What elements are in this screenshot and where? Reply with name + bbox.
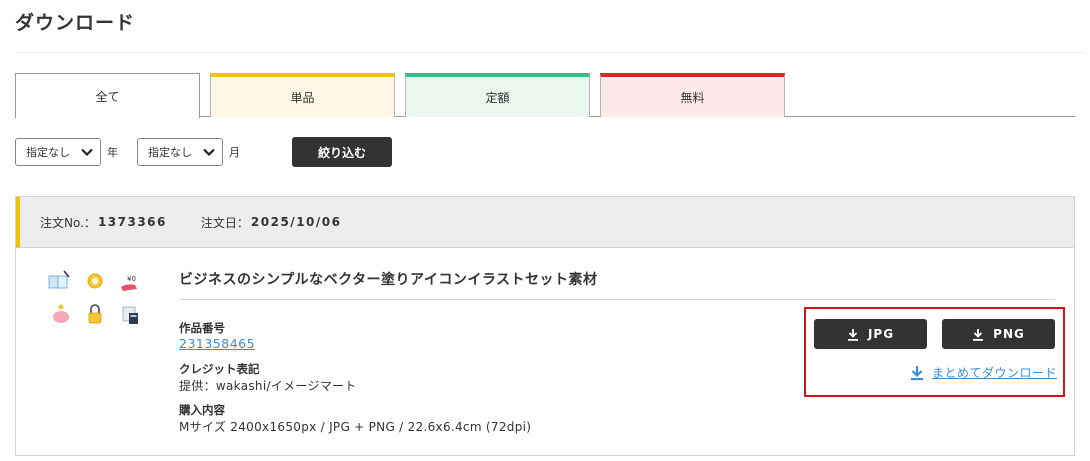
- purchase-value: Mサイズ 2400x1650px / JPG + PNG / 22.6x6.4c…: [179, 420, 532, 434]
- month-filter: 指定なし 月: [137, 138, 240, 166]
- tab-single[interactable]: 単品: [210, 73, 395, 117]
- icon-set-preview-image: ¥0: [48, 270, 138, 324]
- work-number-link[interactable]: 231358465: [179, 336, 255, 351]
- item-divider: [179, 299, 1055, 300]
- download-jpg-label: JPG: [867, 327, 895, 341]
- page-title: ダウンロード: [15, 12, 136, 34]
- credit-label: クレジット表記: [179, 362, 260, 376]
- month-unit: 月: [229, 146, 240, 159]
- download-icon: [847, 328, 858, 341]
- order-number-label: 注文No.：: [40, 215, 96, 230]
- work-number-block: 作品番号 231358465: [179, 320, 255, 351]
- year-select[interactable]: 指定なし: [15, 138, 101, 166]
- credit-block: クレジット表記 提供：wakashi/イメージマート: [179, 361, 357, 394]
- chevron-down-icon: [203, 148, 215, 157]
- tab-single-label: 単品: [290, 90, 315, 105]
- month-select-value: 指定なし: [148, 146, 192, 159]
- download-highlight-box: JPG PNG まとめてダウンロード: [804, 307, 1065, 397]
- tab-bar: 全て 単品 定額 無料: [15, 73, 1075, 118]
- year-select-value: 指定なし: [26, 146, 70, 159]
- download-png-label: PNG: [993, 327, 1025, 341]
- download-icon: [910, 365, 923, 380]
- download-jpg-button[interactable]: JPG: [814, 319, 927, 349]
- tab-all-label: 全て: [95, 89, 120, 104]
- filter-submit-button[interactable]: 絞り込む: [292, 137, 392, 167]
- svg-text:¥0: ¥0: [127, 275, 136, 283]
- year-unit: 年: [107, 146, 118, 159]
- order-date: 2025/10/06: [250, 215, 342, 229]
- credit-value: 提供：wakashi/イメージマート: [179, 379, 357, 393]
- order-date-label: 注文日：: [200, 215, 249, 230]
- tab-subscription[interactable]: 定額: [405, 73, 590, 117]
- work-number-label: 作品番号: [179, 321, 225, 335]
- tab-all[interactable]: 全て: [15, 73, 200, 118]
- bulk-download-label: まとめてダウンロード: [931, 366, 1057, 380]
- tab-free[interactable]: 無料: [600, 73, 785, 117]
- year-filter: 指定なし 年: [15, 138, 118, 166]
- chevron-down-icon: [81, 148, 93, 157]
- tab-subscription-label: 定額: [485, 90, 510, 105]
- item-title[interactable]: ビジネスのシンプルなベクター塗りアイコンイラストセット素材: [179, 269, 598, 289]
- order-header: 注文No.： 1373366 注文日： 2025/10/06: [16, 197, 1074, 248]
- download-icon: [973, 328, 984, 341]
- title-divider: [15, 52, 1085, 53]
- item-thumbnail[interactable]: ¥0: [37, 261, 155, 341]
- bulk-download-link[interactable]: まとめてダウンロード: [910, 364, 1057, 381]
- purchase-block: 購入内容 Mサイズ 2400x1650px / JPG + PNG / 22.6…: [179, 402, 531, 435]
- purchase-label: 購入内容: [179, 403, 225, 417]
- order-card: 注文No.： 1373366 注文日： 2025/10/06 ¥0 ビジネスのシ…: [15, 196, 1075, 456]
- order-number: 1373366: [97, 215, 167, 229]
- tab-free-label: 無料: [680, 90, 705, 105]
- month-select[interactable]: 指定なし: [137, 138, 223, 166]
- download-png-button[interactable]: PNG: [942, 319, 1055, 349]
